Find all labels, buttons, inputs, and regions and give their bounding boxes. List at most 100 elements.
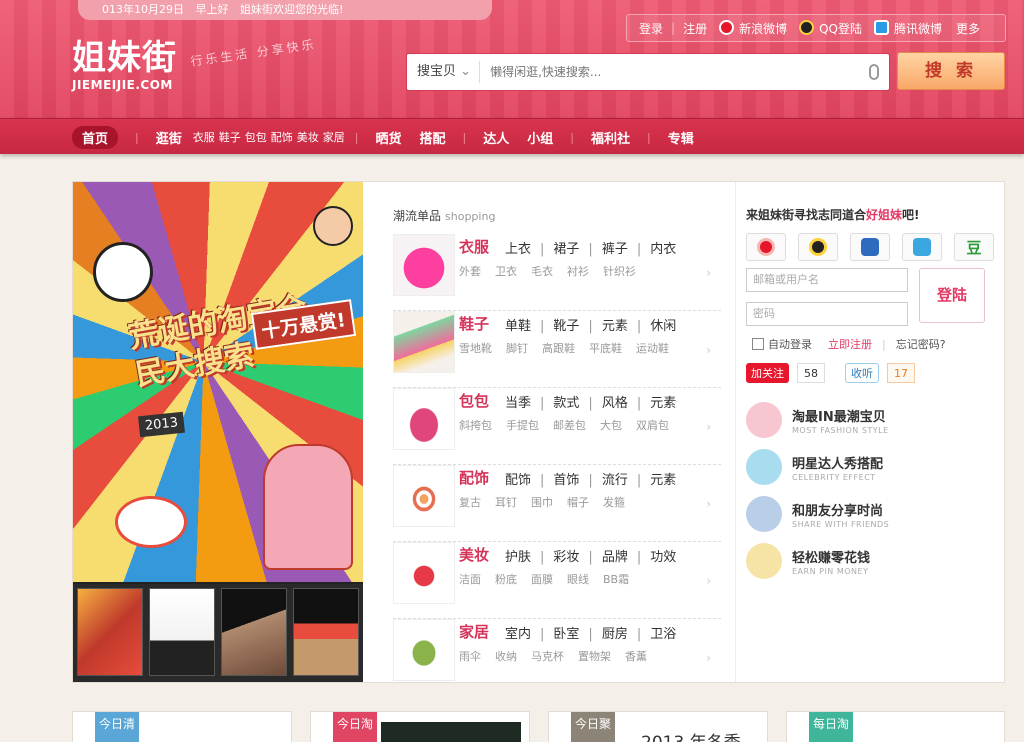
thumbnail[interactable] xyxy=(293,588,359,676)
nav-sub-shoes[interactable]: 鞋子 xyxy=(219,129,241,145)
category-sublink[interactable]: 眼线 xyxy=(567,573,589,586)
nav-expert[interactable]: 达人 xyxy=(483,128,509,147)
nav-match[interactable]: 搭配 xyxy=(419,128,445,147)
category-sublink[interactable]: 帽子 xyxy=(567,496,589,509)
nav-sub-accessories[interactable]: 配饰 xyxy=(271,129,293,145)
search-scope-select[interactable]: 搜宝贝 ⌄ xyxy=(407,61,481,83)
category-link[interactable]: 品牌 xyxy=(602,550,628,565)
category-link[interactable]: 室内 xyxy=(505,627,531,642)
category-sublink[interactable]: 马克杯 xyxy=(531,650,564,663)
category-link[interactable]: 当季 xyxy=(505,396,531,411)
category-sublink[interactable]: 置物架 xyxy=(578,650,611,663)
chevron-right-icon[interactable]: › xyxy=(706,343,711,357)
category-link[interactable]: 厨房 xyxy=(602,627,628,642)
weibo-follow-button[interactable]: 加关注 xyxy=(746,363,789,383)
category-sublink[interactable]: 外套 xyxy=(459,265,481,278)
chevron-right-icon[interactable]: › xyxy=(706,497,711,511)
category-link[interactable]: 配饰 xyxy=(505,473,531,488)
bottom-card-image[interactable] xyxy=(381,722,521,742)
nav-sub-beauty[interactable]: 美妆 xyxy=(297,129,319,145)
nav-welfare[interactable]: 福利社 xyxy=(591,128,630,147)
category-sublink[interactable]: 面膜 xyxy=(531,573,553,586)
category-sublink[interactable]: 针织衫 xyxy=(603,265,636,278)
category-link[interactable]: 上衣 xyxy=(505,242,531,257)
logo-chinese[interactable]: 姐妹街 xyxy=(72,38,177,78)
category-image-home[interactable] xyxy=(393,619,455,681)
category-link[interactable]: 款式 xyxy=(553,396,579,411)
email-field[interactable]: 邮箱或用户名 xyxy=(746,268,908,292)
chevron-right-icon[interactable]: › xyxy=(706,420,711,434)
douban-login-button[interactable]: 豆 xyxy=(954,233,994,261)
category-link[interactable]: 单鞋 xyxy=(505,319,531,334)
category-sublink[interactable]: 香薰 xyxy=(625,650,647,663)
category-link[interactable]: 内衣 xyxy=(650,242,676,257)
category-sublink[interactable]: 平底鞋 xyxy=(589,342,622,355)
nav-sub-home[interactable]: 家居 xyxy=(323,129,345,145)
category-link[interactable]: 元素 xyxy=(602,319,628,334)
chevron-right-icon[interactable]: › xyxy=(706,574,711,588)
category-link[interactable]: 风格 xyxy=(602,396,628,411)
category-sublink[interactable]: 粉底 xyxy=(495,573,517,586)
category-link[interactable]: 功效 xyxy=(650,550,676,565)
more-link[interactable]: 更多 xyxy=(956,20,980,37)
category-link[interactable]: 靴子 xyxy=(553,319,579,334)
register-link[interactable]: 注册 xyxy=(683,20,707,37)
category-sublink[interactable]: 大包 xyxy=(600,419,622,432)
qq-login-link[interactable]: QQ登陆 xyxy=(819,20,862,37)
login-link[interactable]: 登录 xyxy=(639,20,663,37)
nav-sub-bags[interactable]: 包包 xyxy=(245,129,267,145)
tencent-weibo-link[interactable]: 腾讯微博 xyxy=(894,20,942,37)
thumbnail[interactable] xyxy=(221,588,287,676)
chevron-down-icon[interactable]: ⌄ xyxy=(460,64,471,79)
category-sublink[interactable]: 收纳 xyxy=(495,650,517,663)
category-link[interactable]: 元素 xyxy=(650,473,676,488)
promo-poster[interactable]: 荒诞的淘宝全民大搜索 十万悬赏! 2013 xyxy=(73,182,363,682)
category-sublink[interactable]: 运动鞋 xyxy=(636,342,669,355)
category-sublink[interactable]: 毛衣 xyxy=(531,265,553,278)
chevron-right-icon[interactable]: › xyxy=(706,266,711,280)
nav-sub-clothes[interactable]: 衣服 xyxy=(193,129,215,145)
category-sublink[interactable]: 高跟鞋 xyxy=(542,342,575,355)
thumbnail[interactable] xyxy=(149,588,215,676)
category-title[interactable]: 美妆 xyxy=(459,544,489,565)
category-sublink[interactable]: 双肩包 xyxy=(636,419,669,432)
category-sublink[interactable]: 卫衣 xyxy=(495,265,517,278)
category-link[interactable]: 护肤 xyxy=(505,550,531,565)
category-link[interactable]: 休闲 xyxy=(650,319,676,334)
category-sublink[interactable]: 洁面 xyxy=(459,573,481,586)
category-image-beauty[interactable] xyxy=(393,542,455,604)
category-title[interactable]: 鞋子 xyxy=(459,313,489,334)
category-sublink[interactable]: 雪地靴 xyxy=(459,342,492,355)
forgot-password-link[interactable]: 忘记密码? xyxy=(896,336,946,352)
search-button[interactable]: 搜 索 xyxy=(897,52,1005,90)
renren-login-button[interactable] xyxy=(850,233,890,261)
category-link[interactable]: 裤子 xyxy=(602,242,628,257)
auto-login-checkbox[interactable] xyxy=(752,338,764,350)
auto-login-label[interactable]: 自动登录 xyxy=(768,336,812,352)
weibo-login-button[interactable] xyxy=(746,233,786,261)
weibo-follow-label[interactable]: 加关注 xyxy=(751,365,784,381)
qq-follow-label[interactable]: 收听 xyxy=(851,365,873,381)
qq-follow-button[interactable]: 收听 xyxy=(845,363,879,383)
category-image-bags[interactable] xyxy=(393,388,455,450)
category-link[interactable]: 元素 xyxy=(650,396,676,411)
category-image-clothes[interactable] xyxy=(393,234,455,296)
bottom-card[interactable]: 今日清 xyxy=(72,711,292,742)
category-title[interactable]: 家居 xyxy=(459,621,489,642)
category-title[interactable]: 配饰 xyxy=(459,467,489,488)
search-input[interactable] xyxy=(480,65,869,79)
category-link[interactable]: 卧室 xyxy=(553,627,579,642)
nav-group[interactable]: 小组 xyxy=(527,128,553,147)
category-sublink[interactable]: 脚钉 xyxy=(506,342,528,355)
category-link[interactable]: 首饰 xyxy=(553,473,579,488)
bottom-card[interactable]: 今日淘 xyxy=(310,711,530,742)
nav-show[interactable]: 晒货 xyxy=(375,128,401,147)
nav-home[interactable]: 首页 xyxy=(72,125,119,149)
category-sublink[interactable]: 围巾 xyxy=(531,496,553,509)
nav-special[interactable]: 专辑 xyxy=(668,128,694,147)
category-link[interactable]: 彩妆 xyxy=(553,550,579,565)
bottom-card[interactable]: 每日淘 xyxy=(786,711,1005,742)
category-title[interactable]: 衣服 xyxy=(459,236,489,257)
category-link[interactable]: 裙子 xyxy=(553,242,579,257)
category-image-accessories[interactable] xyxy=(393,465,455,527)
